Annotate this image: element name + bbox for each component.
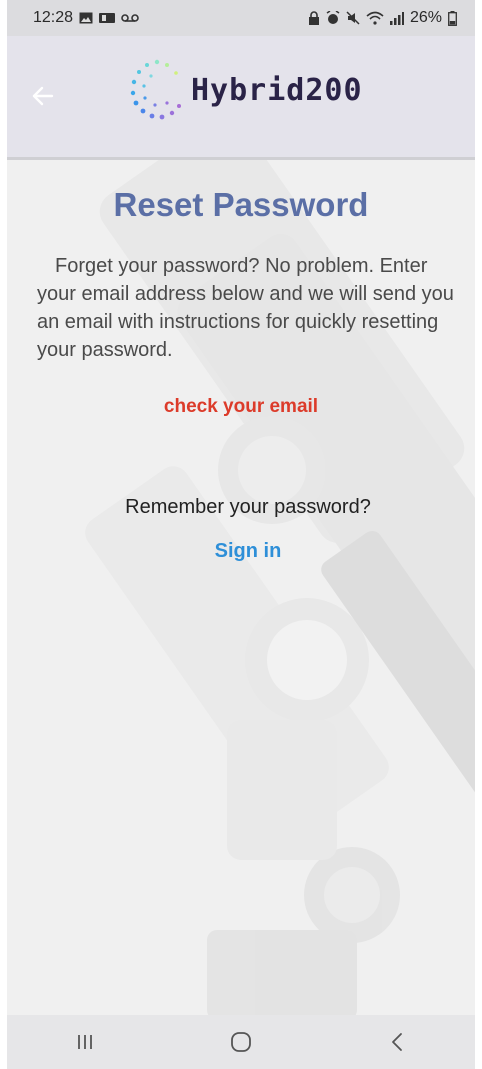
back-icon [392,1033,402,1051]
home-button[interactable] [211,1022,271,1062]
alarm-icon [326,11,340,24]
back-button[interactable] [367,1022,427,1062]
dotted-ring-logo-icon [130,59,181,120]
signal-icon [389,12,404,25]
instructions-text: Forget your password? No problem. Enter … [37,255,454,361]
status-left: 12:28 [33,9,139,27]
battery-icon [448,10,457,26]
signin-link[interactable]: Sign in [7,540,475,563]
voicemail-icon [121,14,139,22]
status-right: 26% [308,9,457,27]
arrow-left-icon[interactable] [29,82,57,110]
status-bar: 12:28 26% [7,0,475,36]
sim-icon [99,13,116,23]
content-area: Reset Password Forget your password? No … [7,160,475,1015]
home-icon [231,1032,251,1052]
recents-button[interactable] [55,1022,115,1062]
wifi-icon [366,11,384,25]
battery-percent: 26% [409,9,442,26]
lock-icon [308,11,319,25]
status-time: 12:28 [33,9,74,26]
mute-icon [346,11,360,25]
page-title: Reset Password [113,186,369,223]
system-nav-bar [7,1015,475,1069]
remember-password-text: Remember your password? [125,496,371,518]
phone-screen: 12:28 26% Hybrid200 Reset Password Forge… [7,0,475,1069]
status-notice: check your email [163,396,319,417]
app-logo: Hybrid200 [127,56,363,124]
app-bar: Hybrid200 [7,36,475,160]
recents-icon [78,1035,92,1049]
gallery-icon [79,12,93,24]
app-logo-text: Hybrid200 [191,72,363,108]
